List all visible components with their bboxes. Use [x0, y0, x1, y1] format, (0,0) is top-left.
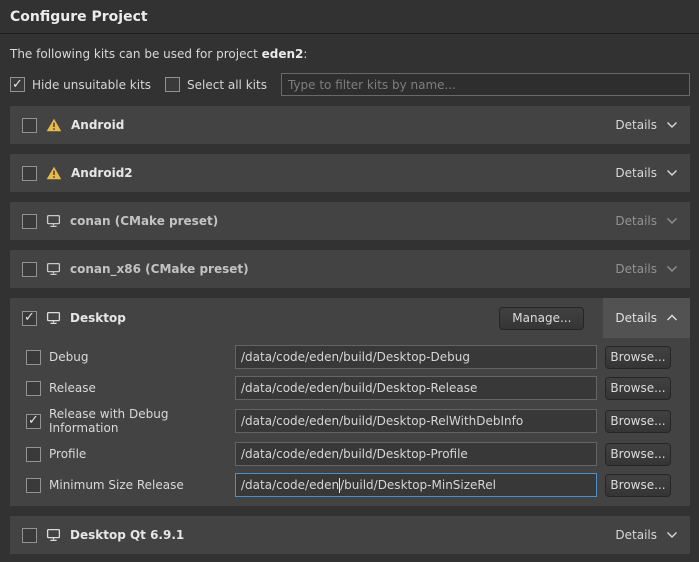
kit-filter-bar: Hide unsuitable kits Select all kits	[10, 73, 690, 96]
kit-name: Desktop Qt 6.9.1	[70, 528, 184, 542]
build-dir-text-before-caret: /data/code/eden	[241, 478, 339, 492]
kit-details-toggle[interactable]: Details	[615, 528, 678, 542]
kit-row-conan-x86: conan_x86 (CMake preset) Details	[10, 250, 690, 288]
build-config-label: Debug	[49, 350, 235, 364]
browse-button[interactable]: Browse...	[605, 377, 671, 400]
browse-button[interactable]: Browse...	[605, 346, 671, 369]
build-config-checkbox[interactable]	[26, 478, 41, 493]
chevron-down-icon	[666, 121, 678, 129]
kit-row-desktop: Desktop Manage... Details	[10, 298, 690, 338]
details-label: Details	[615, 118, 657, 132]
build-dir-text-after-caret: /build/Desktop-MinSizeRel	[340, 478, 496, 492]
select-all-kits-checkbox[interactable]	[165, 77, 180, 92]
intro-text-before: The following kits can be used for proje…	[10, 47, 262, 61]
kit-checkbox[interactable]	[22, 166, 37, 181]
build-config-checkbox[interactable]	[26, 350, 41, 365]
chevron-down-icon	[666, 265, 678, 273]
hide-unsuitable-kits-checkbox-group[interactable]: Hide unsuitable kits	[10, 77, 151, 92]
details-label: Details	[615, 311, 657, 325]
kit-list: Android Details Android2 Details conan (…	[10, 106, 690, 562]
kit-panel-desktop: Desktop Manage... Details Debug Browse..…	[10, 298, 690, 506]
build-dir-input[interactable]	[235, 409, 597, 433]
manage-kits-button[interactable]: Manage...	[499, 307, 584, 330]
build-config-label: Release	[49, 381, 235, 395]
build-dir-input[interactable]	[235, 442, 597, 466]
build-config-label: Minimum Size Release	[49, 478, 235, 492]
build-config-row-debug: Debug Browse...	[10, 345, 690, 369]
build-config-row-release: Release Browse...	[10, 376, 690, 400]
details-label: Details	[615, 528, 657, 542]
desktop-icon	[46, 214, 61, 228]
kit-name: Desktop	[70, 311, 126, 325]
kit-filter-input[interactable]	[281, 73, 690, 96]
kit-details-toggle[interactable]: Details	[603, 298, 690, 338]
warning-icon	[46, 118, 62, 132]
browse-button[interactable]: Browse...	[605, 410, 671, 433]
page-header: Configure Project	[0, 0, 699, 34]
warning-icon	[46, 166, 62, 180]
build-config-label: Profile	[49, 447, 235, 461]
chevron-down-icon	[666, 169, 678, 177]
build-config-checkbox[interactable]	[26, 414, 41, 429]
kit-name: conan_x86 (CMake preset)	[70, 262, 249, 276]
kit-row-android: Android Details	[10, 106, 690, 144]
kit-row-android2: Android2 Details	[10, 154, 690, 192]
hide-unsuitable-kits-label: Hide unsuitable kits	[32, 78, 151, 92]
build-config-row-relwithdebinfo: Release with Debug Information Browse...	[10, 407, 690, 435]
kit-row-desktop-qt: Desktop Qt 6.9.1 Details	[10, 516, 690, 554]
intro-text-after: :	[303, 47, 307, 61]
kit-details-toggle[interactable]: Details	[615, 166, 678, 180]
select-all-kits-label: Select all kits	[187, 78, 267, 92]
chevron-up-icon	[666, 314, 678, 322]
build-dir-input[interactable]	[235, 376, 597, 400]
build-config-row-profile: Profile Browse...	[10, 442, 690, 466]
kit-name: Android2	[71, 166, 133, 180]
details-label: Details	[615, 166, 657, 180]
kit-row-conan: conan (CMake preset) Details	[10, 202, 690, 240]
browse-button[interactable]: Browse...	[605, 443, 671, 466]
desktop-icon	[46, 311, 61, 325]
desktop-icon	[46, 528, 61, 542]
kit-checkbox[interactable]	[22, 311, 37, 326]
kit-checkbox[interactable]	[22, 214, 37, 229]
build-dir-input[interactable]: /data/code/eden/build/Desktop-MinSizeRel	[235, 473, 597, 497]
kit-details-toggle[interactable]: Details	[615, 262, 678, 276]
kit-checkbox[interactable]	[22, 118, 37, 133]
select-all-kits-checkbox-group[interactable]: Select all kits	[165, 77, 267, 92]
page-title: Configure Project	[10, 9, 689, 25]
kit-details-toggle[interactable]: Details	[615, 214, 678, 228]
browse-button[interactable]: Browse...	[605, 474, 671, 497]
build-config-checkbox[interactable]	[26, 447, 41, 462]
desktop-icon	[46, 262, 61, 276]
chevron-down-icon	[666, 217, 678, 225]
kit-checkbox[interactable]	[22, 262, 37, 277]
kit-details-toggle[interactable]: Details	[615, 118, 678, 132]
kit-name: conan (CMake preset)	[70, 214, 218, 228]
build-config-label: Release with Debug Information	[49, 407, 235, 435]
build-config-checkbox[interactable]	[26, 381, 41, 396]
kit-checkbox[interactable]	[22, 528, 37, 543]
build-config-row-minsizerel: Minimum Size Release /data/code/eden/bui…	[10, 473, 690, 497]
details-label: Details	[615, 214, 657, 228]
chevron-down-icon	[666, 531, 678, 539]
hide-unsuitable-kits-checkbox[interactable]	[10, 77, 25, 92]
details-label: Details	[615, 262, 657, 276]
intro-text: The following kits can be used for proje…	[10, 47, 689, 61]
project-name: eden2	[262, 47, 304, 61]
kit-name: Android	[71, 118, 124, 132]
build-dir-input[interactable]	[235, 345, 597, 369]
